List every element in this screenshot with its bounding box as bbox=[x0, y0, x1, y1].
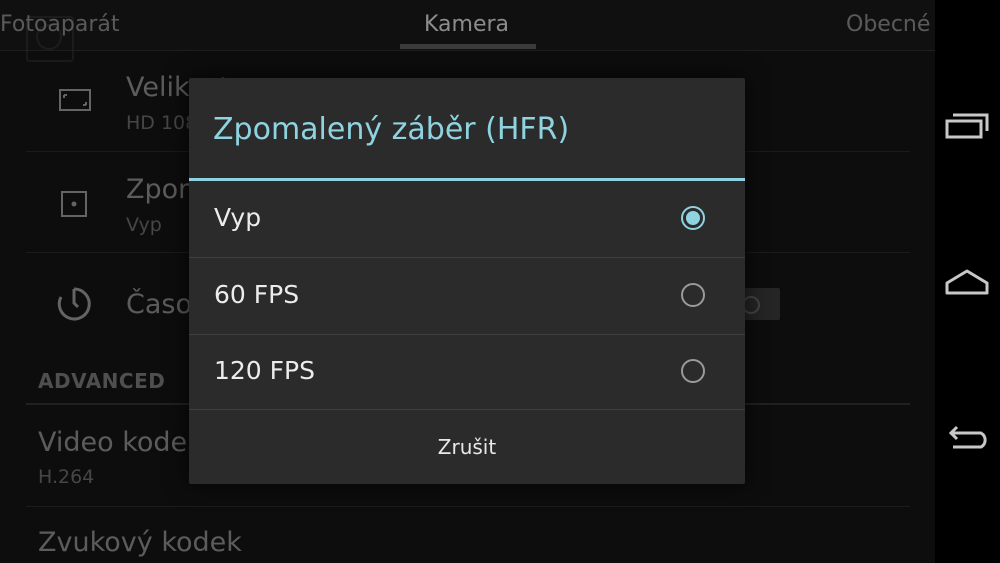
option-label: Vyp bbox=[214, 203, 262, 232]
camera-settings-screen: Fotoaparát Kamera Obecné Velikost HD 108… bbox=[0, 0, 935, 563]
radio-unselected-icon[interactable] bbox=[681, 359, 705, 383]
dialog-title: Zpomalený záběr (HFR) bbox=[213, 112, 570, 147]
option-label: 60 FPS bbox=[214, 280, 300, 309]
home-icon[interactable] bbox=[939, 254, 995, 310]
radio-unselected-icon[interactable] bbox=[681, 283, 705, 307]
option-label: 120 FPS bbox=[214, 356, 315, 385]
cancel-button[interactable]: Zrušit bbox=[189, 410, 745, 484]
back-icon[interactable] bbox=[939, 410, 995, 466]
option-60fps[interactable]: 60 FPS bbox=[189, 258, 745, 334]
navigation-bar bbox=[935, 0, 1000, 563]
option-off[interactable]: Vyp bbox=[189, 181, 745, 257]
radio-selected-icon[interactable] bbox=[681, 206, 705, 230]
recents-icon[interactable] bbox=[939, 98, 995, 154]
option-120fps[interactable]: 120 FPS bbox=[189, 334, 745, 410]
hfr-dialog: Zpomalený záběr (HFR) Vyp 60 FPS 120 FPS… bbox=[189, 78, 745, 484]
